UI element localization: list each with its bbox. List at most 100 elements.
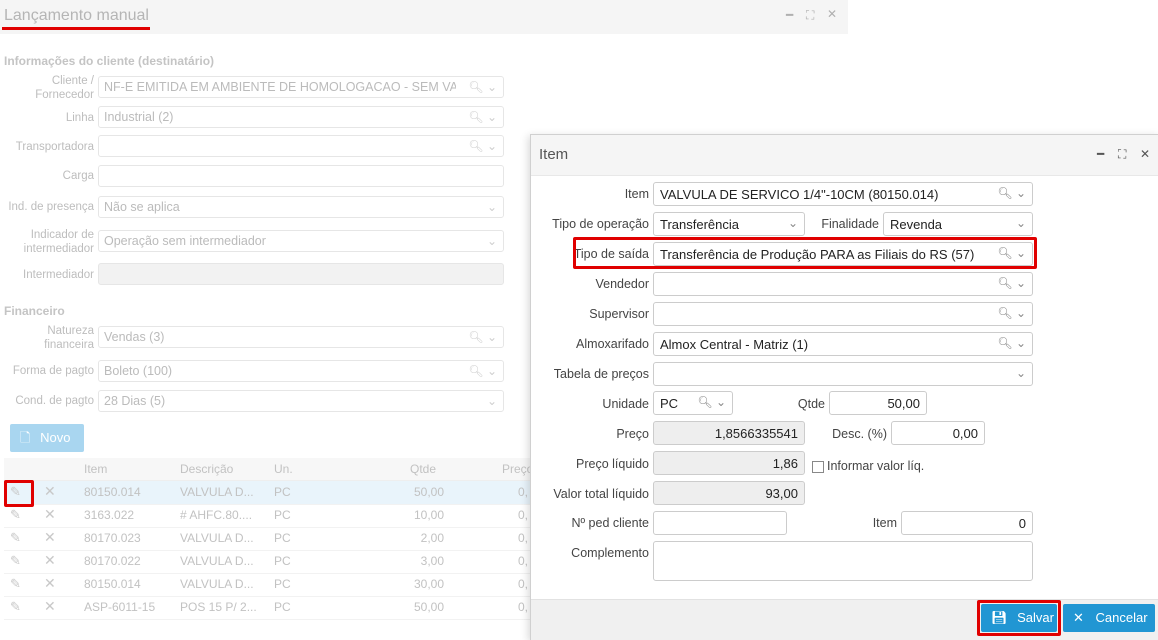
salvar-highlight-box (977, 600, 1061, 636)
dialog-titlebar (531, 135, 1158, 176)
search-icon[interactable]: 🔍︎ ⌄ (468, 364, 497, 378)
col-header-preco[interactable]: Preço (502, 462, 533, 476)
edit-icon[interactable]: ✎ (10, 599, 21, 615)
delete-icon[interactable]: ✕ (44, 506, 56, 523)
maximize-icon[interactable]: ⛶ (1118, 147, 1126, 162)
linha-input[interactable]: Industrial (2) 🔍︎ ⌄ (98, 106, 504, 128)
search-icon[interactable]: 🔍︎ ⌄ (468, 110, 497, 124)
chevron-down-icon: ⌄ (787, 216, 798, 230)
col-header-un[interactable]: Un. (274, 462, 293, 476)
background-window-title: Lançamento manual (4, 7, 149, 24)
forma-pagto-label: Forma de pagto (12, 365, 94, 377)
close-icon[interactable]: ✕ (1140, 147, 1150, 161)
delete-icon[interactable]: ✕ (44, 575, 56, 592)
carga-label: Carga (62, 170, 94, 182)
delete-icon[interactable]: ✕ (44, 529, 56, 546)
indicador-select[interactable]: Operação sem intermediador ⌄ (98, 230, 504, 252)
edit-icon[interactable]: ✎ (10, 507, 21, 523)
unidade-input[interactable]: PC 🔍︎ ⌄ (653, 391, 733, 415)
table-row[interactable]: ✎ ✕ 80150.014 VALVULA D... PC 50,00 0, (4, 481, 530, 505)
search-icon[interactable]: 🔍︎ ⌄ (997, 186, 1026, 200)
complemento-textarea[interactable] (653, 541, 1033, 581)
cell-qtde: 50,00 (413, 600, 444, 614)
col-header-descricao[interactable]: Descrição (180, 462, 233, 476)
almoxarifado-label: Almoxarifado (576, 337, 649, 351)
finalidade-select[interactable]: Revenda ⌄ (883, 212, 1033, 236)
cell-item: ASP-6011-15 (84, 600, 156, 614)
carga-input[interactable] (98, 165, 504, 187)
col-header-item[interactable]: Item (84, 462, 107, 476)
search-icon[interactable]: 🔍︎ ⌄ (997, 306, 1026, 320)
maximize-icon[interactable]: ⛶ (806, 8, 814, 23)
finalidade-label: Finalidade (821, 217, 879, 231)
chevron-down-icon: ⌄ (486, 394, 497, 408)
item-input[interactable]: VALVULA DE SERVICO 1/4"-10CM (80150.014)… (653, 182, 1033, 206)
almoxarifado-input[interactable]: Almox Central - Matriz (1) 🔍︎ ⌄ (653, 332, 1033, 356)
table-row[interactable]: ✎ ✕ 80150.014 VALVULA D... PC 30,00 0, (4, 573, 530, 597)
ped-cliente-input[interactable] (653, 511, 787, 535)
cell-un: PC (274, 577, 291, 591)
presenca-select[interactable]: Não se aplica ⌄ (98, 196, 504, 218)
edit-highlight-box (4, 480, 34, 507)
desconto-input[interactable]: 0,00 (891, 421, 985, 445)
cell-preco: 0, (518, 508, 529, 522)
minimize-icon[interactable]: ━ (786, 8, 793, 22)
cliente-input[interactable]: NF-E EMITIDA EM AMBIENTE DE HOMOLOGACAO … (98, 76, 504, 98)
edit-icon[interactable]: ✎ (10, 576, 21, 592)
novo-button[interactable]: 🗋 Novo (10, 424, 84, 452)
complemento-label: Complemento (571, 546, 649, 560)
cell-preco: 0, (518, 485, 529, 499)
tipo-saida-highlight-box (573, 237, 1037, 269)
search-icon[interactable]: 🔍︎ ⌄ (997, 336, 1026, 350)
cond-pagto-select[interactable]: 28 Dias (5) ⌄ (98, 390, 504, 412)
preco-liquido-input: 1,86 (653, 451, 805, 475)
forma-pagto-input[interactable]: Boleto (100) 🔍︎ ⌄ (98, 360, 504, 382)
table-row[interactable]: ✎ ✕ 80170.023 VALVULA D... PC 2,00 0, (4, 527, 530, 551)
item-number-input[interactable]: 0 (901, 511, 1033, 535)
finalidade-value: Revenda (890, 217, 943, 232)
cell-preco: 0, (518, 600, 529, 614)
delete-icon[interactable]: ✕ (44, 598, 56, 615)
cell-preco: 0, (518, 577, 529, 591)
cell-un: PC (274, 531, 291, 545)
cell-descricao: VALVULA D... (180, 577, 254, 591)
cell-item: 80170.022 (84, 554, 141, 568)
tipo-operacao-select[interactable]: Transferência ⌄ (653, 212, 805, 236)
search-icon[interactable]: 🔍︎ ⌄ (997, 276, 1026, 290)
unidade-label: Unidade (602, 397, 649, 411)
cancelar-button[interactable]: ✕ Cancelar (1063, 604, 1155, 632)
valor-total-input: 93,00 (653, 481, 805, 505)
qtde-label: Qtde (797, 397, 825, 411)
supervisor-input[interactable]: 🔍︎ ⌄ (653, 302, 1033, 326)
transportadora-input[interactable]: 🔍︎ ⌄ (98, 135, 504, 157)
vendedor-input[interactable]: 🔍︎ ⌄ (653, 272, 1033, 296)
chevron-down-icon: ⌄ (486, 234, 497, 248)
edit-icon[interactable]: ✎ (10, 553, 21, 569)
table-row[interactable]: ✎ ✕ 3163.022 # AHFC.80.... PC 10,00 0, (4, 504, 530, 528)
table-row[interactable]: ✎ ✕ ASP-6011-15 POS 15 P/ 2... PC 50,00 0, (4, 596, 530, 620)
qtde-input[interactable]: 50,00 (829, 391, 927, 415)
tipo-operacao-value: Transferência (660, 217, 739, 232)
delete-icon[interactable]: ✕ (44, 552, 56, 569)
tabela-precos-label: Tabela de preços (553, 367, 649, 381)
col-header-qtde[interactable]: Qtde (410, 462, 436, 476)
search-icon[interactable]: 🔍︎ ⌄ (468, 80, 497, 94)
informar-valor-checkbox[interactable] (812, 461, 824, 473)
search-icon[interactable]: 🔍︎ ⌄ (697, 395, 726, 409)
search-icon[interactable]: 🔍︎ ⌄ (468, 139, 497, 153)
cell-preco: 0, (518, 531, 529, 545)
item-number-label: Item (872, 516, 897, 530)
tabela-precos-select[interactable]: ⌄ (653, 362, 1033, 386)
search-icon[interactable]: 🔍︎ ⌄ (468, 330, 497, 344)
minimize-icon[interactable]: ━ (1097, 147, 1104, 161)
close-icon[interactable]: ✕ (827, 7, 837, 21)
edit-icon[interactable]: ✎ (10, 530, 21, 546)
item-label: Item (624, 187, 649, 201)
natureza-input[interactable]: Vendas (3) 🔍︎ ⌄ (98, 326, 504, 348)
cell-item: 80170.023 (84, 531, 141, 545)
forma-pagto-value: Boleto (100) (104, 364, 173, 378)
table-row[interactable]: ✎ ✕ 80170.022 VALVULA D... PC 3,00 0, (4, 550, 530, 574)
informar-valor-label: Informar valor líq. (827, 459, 925, 473)
chevron-down-icon: ⌄ (1015, 216, 1026, 230)
delete-icon[interactable]: ✕ (44, 483, 56, 500)
